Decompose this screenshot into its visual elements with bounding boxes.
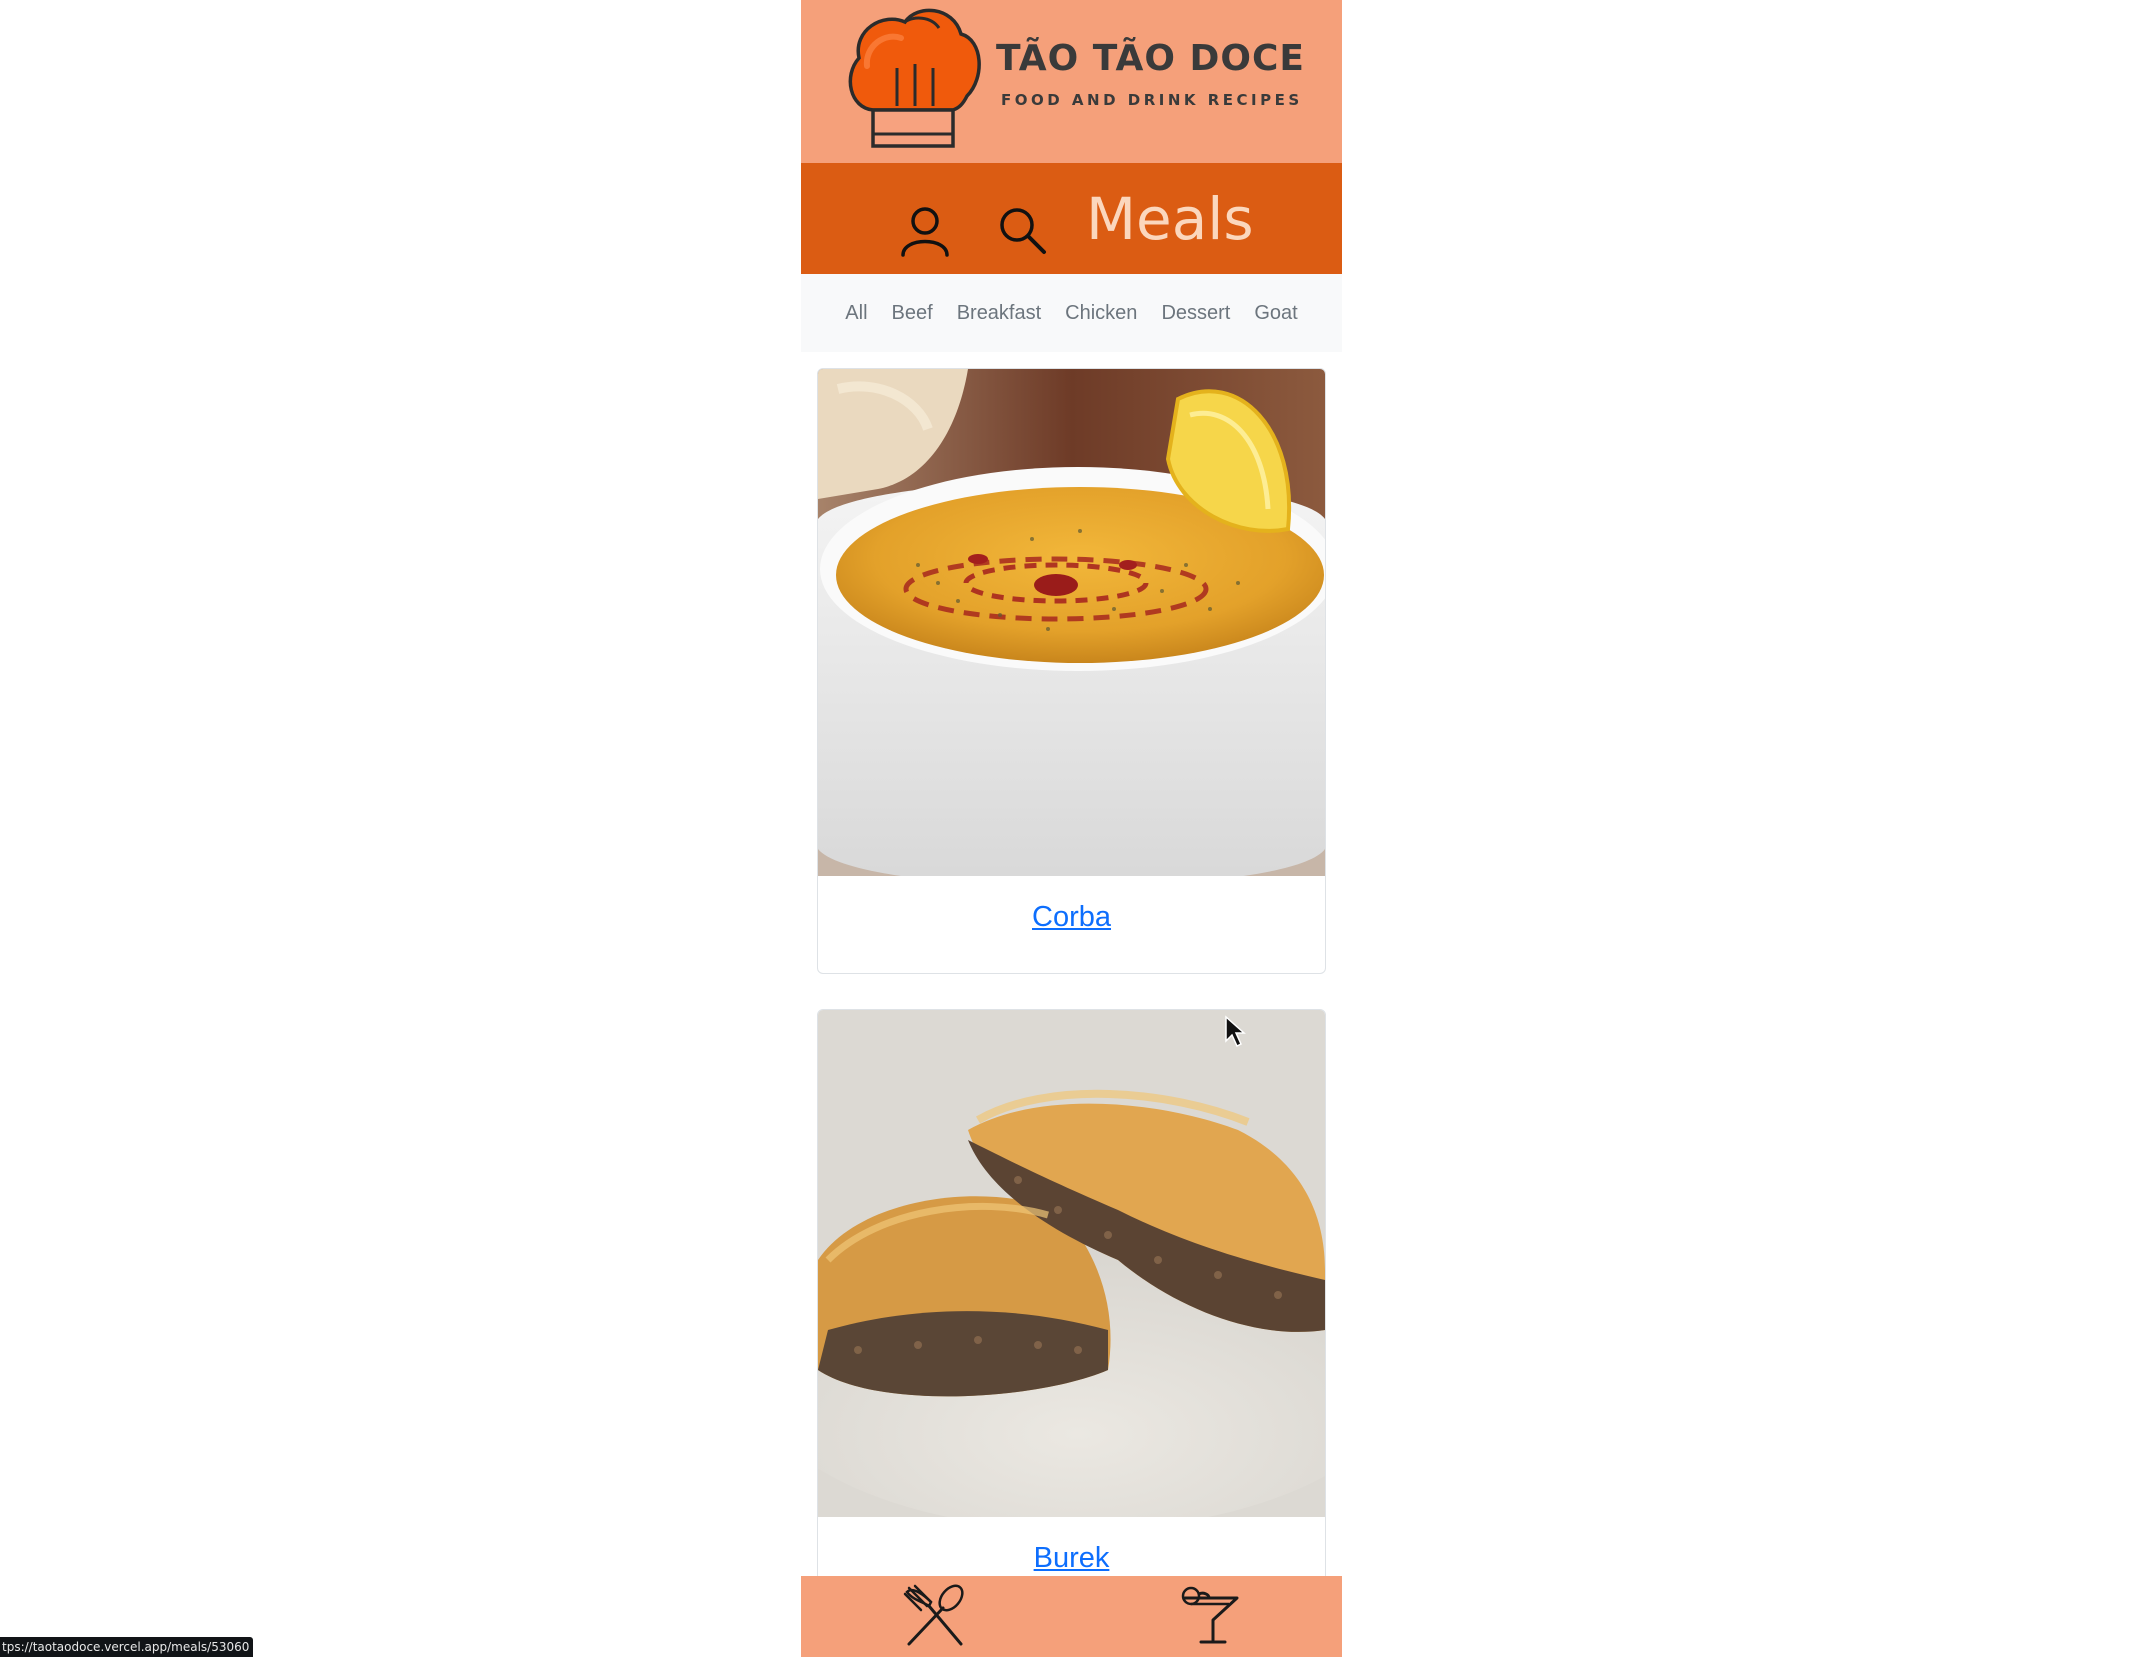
search-button[interactable] bbox=[997, 205, 1049, 262]
app-frame: TÃO TÃO DOCE FOOD AND DRINK RECIPES Meal… bbox=[801, 0, 1342, 1657]
brand-title: TÃO TÃO DOCE bbox=[996, 38, 1306, 79]
filter-dessert[interactable]: Dessert bbox=[1149, 302, 1242, 325]
page-title: Meals bbox=[1086, 185, 1254, 253]
filter-chicken[interactable]: Chicken bbox=[1053, 302, 1149, 325]
brand-subtitle: FOOD AND DRINK RECIPES bbox=[1001, 91, 1303, 109]
meal-link-burek[interactable]: Burek bbox=[1034, 1542, 1110, 1574]
filter-goat[interactable]: Goat bbox=[1242, 302, 1309, 325]
meal-caption: Corba bbox=[818, 901, 1325, 934]
meal-card: Burek bbox=[817, 1009, 1326, 1631]
meal-caption: Burek bbox=[818, 1542, 1325, 1575]
status-bar-url: tps://taotaodoce.vercel.app/meals/53060 bbox=[0, 1637, 254, 1657]
top-nav: Meals bbox=[801, 163, 1342, 274]
category-filters: All Beef Breakfast Chicken Dessert Goat bbox=[801, 274, 1342, 352]
filter-all[interactable]: All bbox=[833, 302, 879, 325]
profile-button[interactable] bbox=[899, 205, 951, 262]
filter-beef[interactable]: Beef bbox=[880, 302, 945, 325]
fork-and-spoon-icon bbox=[903, 1584, 964, 1646]
mouse-pointer-icon bbox=[1225, 1015, 1246, 1048]
search-icon bbox=[1000, 208, 1046, 254]
cocktail-glass-icon bbox=[1181, 1586, 1239, 1644]
user-icon bbox=[901, 207, 949, 257]
bottom-tab-bar bbox=[801, 1576, 1342, 1657]
chef-hat-icon bbox=[848, 8, 981, 148]
meal-link-corba[interactable]: Corba bbox=[1032, 901, 1111, 933]
meal-photo-burek[interactable] bbox=[818, 1010, 1325, 1517]
tab-meals[interactable] bbox=[903, 1584, 967, 1653]
meal-photo-corba[interactable] bbox=[818, 369, 1325, 876]
tab-drinks[interactable] bbox=[1179, 1584, 1243, 1653]
filter-breakfast[interactable]: Breakfast bbox=[945, 302, 1053, 325]
brand-header: TÃO TÃO DOCE FOOD AND DRINK RECIPES bbox=[801, 0, 1342, 163]
meal-card: Corba bbox=[817, 368, 1326, 974]
